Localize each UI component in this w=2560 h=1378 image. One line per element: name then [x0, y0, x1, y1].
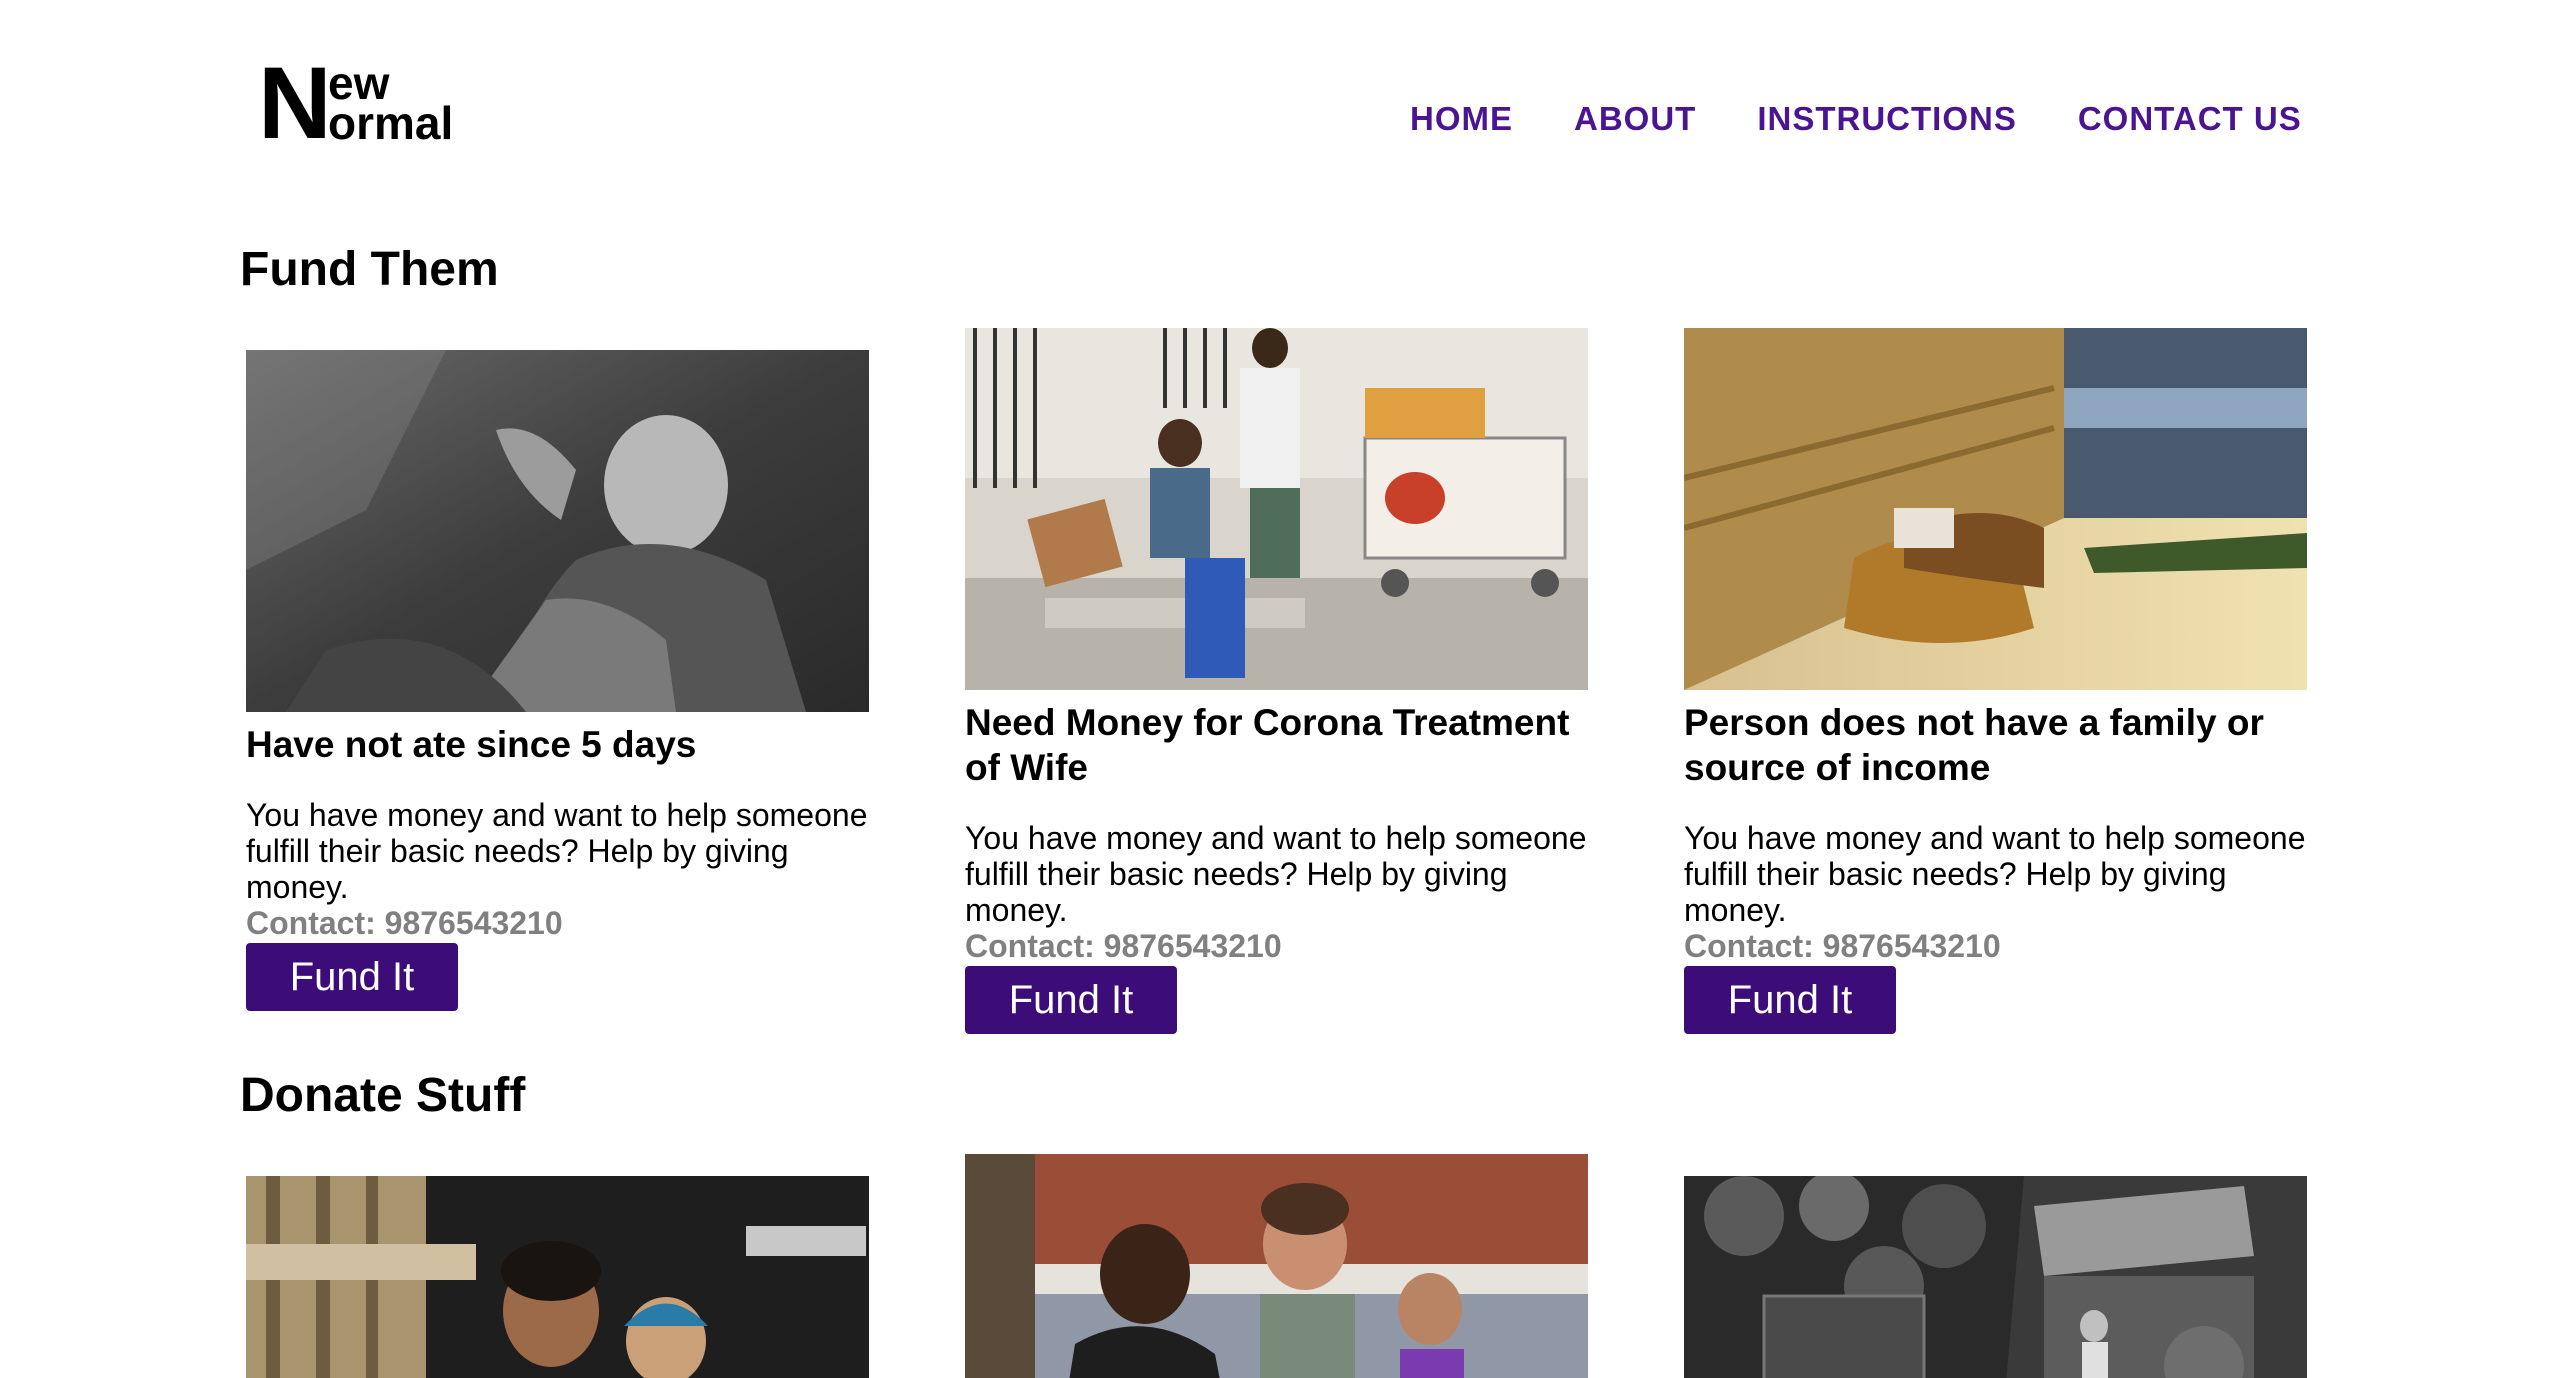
child-at-shack-bw-photo	[1684, 1176, 2307, 1378]
children-outdoors-photo	[965, 1154, 1588, 1378]
fund-it-button[interactable]: Fund It	[246, 943, 458, 1011]
elderly-woman-bw-photo	[246, 350, 869, 712]
card-contact: Contact: 9876543210	[1684, 928, 2001, 964]
woman-and-child-photo	[246, 1176, 869, 1378]
fund-card: Have not ate since 5 days You have money…	[246, 350, 886, 1011]
fund-it-button[interactable]: Fund It	[1684, 966, 1896, 1034]
page: N ew ormal HOME ABOUT INSTRUCTIONS CONTA…	[0, 0, 2560, 1378]
main-nav: HOME ABOUT INSTRUCTIONS CONTACT US	[1410, 100, 2302, 138]
fund-card: Need Money for Corona Treatment of Wife …	[965, 328, 1605, 1034]
card-title: Need Money for Corona Treatment of Wife	[965, 702, 1570, 788]
card-description: You have money and want to help someone …	[246, 797, 868, 905]
street-vendor-photo	[965, 328, 1588, 690]
section-title-fund: Fund Them	[240, 243, 499, 296]
nav-instructions[interactable]: INSTRUCTIONS	[1757, 100, 2017, 138]
fund-card: Person does not have a family or source …	[1684, 328, 2324, 1034]
section-title-donate: Donate Stuff	[240, 1069, 526, 1122]
nav-contact-us[interactable]: CONTACT US	[2078, 100, 2302, 138]
logo-letter: N	[258, 46, 332, 160]
logo-line2: ormal	[328, 97, 454, 149]
card-title: Person does not have a family or source …	[1684, 702, 2264, 788]
card-description: You have money and want to help someone …	[1684, 820, 2306, 928]
person-sleeping-on-street-photo	[1684, 328, 2307, 690]
nav-home[interactable]: HOME	[1410, 100, 1513, 138]
card-title: Have not ate since 5 days	[246, 724, 697, 765]
logo[interactable]: N ew ormal	[258, 52, 478, 154]
card-contact: Contact: 9876543210	[246, 905, 563, 941]
card-contact: Contact: 9876543210	[965, 928, 1282, 964]
card-description: You have money and want to help someone …	[965, 820, 1587, 928]
fund-it-button[interactable]: Fund It	[965, 966, 1177, 1034]
nav-about[interactable]: ABOUT	[1574, 100, 1696, 138]
